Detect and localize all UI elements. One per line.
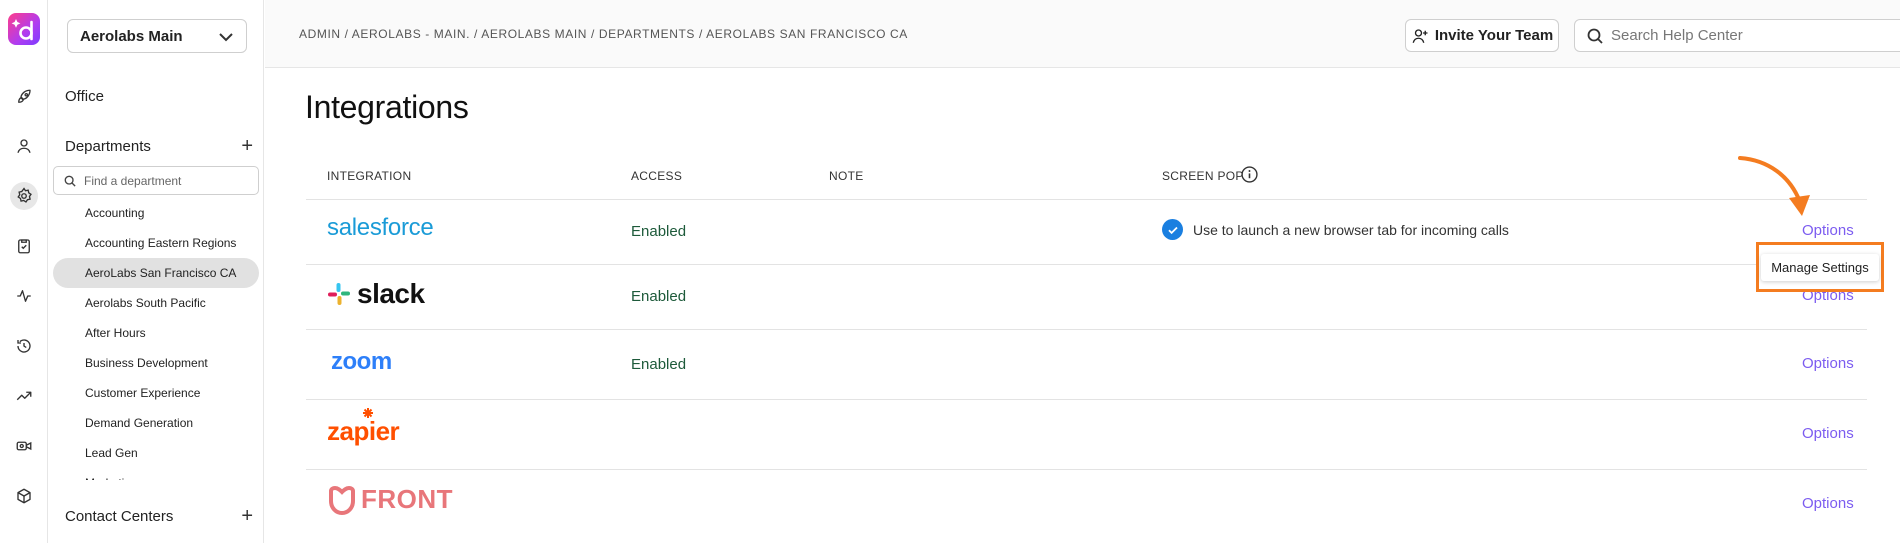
front-logo: FRONT (327, 484, 453, 515)
department-search-input[interactable] (84, 173, 244, 188)
add-contact-center-icon[interactable]: + (241, 506, 253, 526)
add-department-icon[interactable]: + (241, 136, 253, 156)
screen-pop-setting: Use to launch a new browser tab for inco… (1162, 219, 1509, 240)
zapier-wordmark: zapier (327, 416, 400, 446)
manage-settings-menu-item[interactable]: Manage Settings (1761, 253, 1879, 281)
column-screen-pop: SCREEN POP (1162, 169, 1244, 183)
account-select[interactable]: Aerolabs Main (67, 19, 247, 53)
annotation-arrow-icon (1738, 156, 1810, 216)
options-link[interactable]: Options (1802, 495, 1854, 512)
department-item[interactable]: Aerolabs South Pacific (53, 288, 259, 318)
contact-centers-label[interactable]: Contact Centers (65, 508, 173, 525)
activity-icon[interactable] (10, 282, 38, 310)
table-row: FRONT Options (306, 470, 1867, 538)
department-sidebar: Aerolabs Main Office Departments + Accou… (48, 0, 264, 543)
clipboard-icon[interactable] (10, 232, 38, 260)
cube-icon[interactable] (10, 482, 38, 510)
help-search[interactable] (1574, 19, 1900, 52)
zoom-logo: zoom (331, 348, 392, 375)
department-item[interactable]: Demand Generation (53, 408, 259, 438)
access-status: Enabled (631, 288, 687, 305)
invite-team-button[interactable]: Invite Your Team (1405, 19, 1559, 52)
slack-icon (328, 283, 350, 305)
front-icon (329, 485, 355, 515)
department-item[interactable]: Accounting Eastern Regions (53, 228, 259, 258)
table-row: slack Enabled Options (306, 265, 1867, 330)
checkmark-icon[interactable] (1162, 219, 1183, 240)
department-item[interactable]: Lead Gen (53, 438, 259, 468)
video-icon[interactable] (10, 432, 38, 460)
contact-centers-header: Contact Centers + (65, 506, 253, 526)
icon-rail (0, 0, 48, 543)
access-status: Enabled (631, 223, 687, 240)
gear-icon[interactable] (10, 182, 38, 210)
screen-pop-text: Use to launch a new browser tab for inco… (1193, 221, 1509, 238)
departments-header: Departments + (65, 136, 253, 156)
column-integration: INTEGRATION (327, 169, 412, 183)
chevron-down-icon (219, 33, 233, 42)
slack-logo: slack (327, 278, 425, 310)
access-status: Enabled (631, 356, 687, 373)
invite-team-label: Invite Your Team (1434, 27, 1554, 44)
column-note: NOTE (829, 169, 864, 183)
department-item[interactable]: Business Development (53, 348, 259, 378)
column-access: ACCESS (631, 169, 683, 183)
department-item-selected[interactable]: AeroLabs San Francisco CA (53, 258, 259, 288)
salesforce-logo: salesforce (327, 214, 434, 241)
front-wordmark: FRONT (361, 484, 454, 514)
breadcrumb[interactable]: ADMIN / AEROLABS - MAIN. / AEROLABS MAIN… (299, 27, 908, 41)
rocket-icon[interactable] (10, 83, 38, 111)
options-dropdown: Manage Settings (1756, 242, 1884, 292)
options-link[interactable]: Options (1802, 222, 1854, 239)
help-search-input[interactable] (1611, 27, 1891, 44)
search-icon (64, 175, 76, 187)
table-row: salesforce Enabled Use to launch a new b… (306, 200, 1867, 265)
table-row: zapier Options (306, 400, 1867, 470)
integrations-table: INTEGRATION ACCESS NOTE SCREEN POP sales… (306, 148, 1867, 538)
department-item[interactable]: Accounting (53, 198, 259, 228)
account-name: Aerolabs Main (80, 27, 183, 45)
sidebar-item-office[interactable]: Office (65, 88, 104, 105)
search-icon (1587, 28, 1603, 44)
zapier-asterisk-icon (363, 408, 373, 418)
department-item[interactable]: Customer Experience (53, 378, 259, 408)
person-icon[interactable] (10, 132, 38, 160)
trend-icon[interactable] (10, 382, 38, 410)
add-person-icon (1412, 28, 1428, 43)
department-item[interactable]: After Hours (53, 318, 259, 348)
table-row: zoom Enabled Options (306, 330, 1867, 400)
table-header: INTEGRATION ACCESS NOTE SCREEN POP (306, 148, 1867, 200)
slack-wordmark: slack (357, 278, 425, 309)
top-bar: ADMIN / AEROLABS - MAIN. / AEROLABS MAIN… (265, 0, 1900, 68)
options-link[interactable]: Options (1802, 355, 1854, 372)
options-link[interactable]: Options (1802, 425, 1854, 442)
department-item[interactable]: Marketing (53, 468, 259, 480)
dialpad-logo[interactable] (8, 13, 40, 45)
department-search[interactable] (53, 166, 259, 195)
department-list: Accounting Accounting Eastern Regions Ae… (53, 198, 259, 480)
page-title: Integrations (305, 89, 469, 125)
zapier-logo: zapier (327, 408, 1888, 447)
info-icon[interactable] (1241, 166, 1258, 183)
history-icon[interactable] (10, 332, 38, 360)
departments-label: Departments (65, 138, 151, 155)
